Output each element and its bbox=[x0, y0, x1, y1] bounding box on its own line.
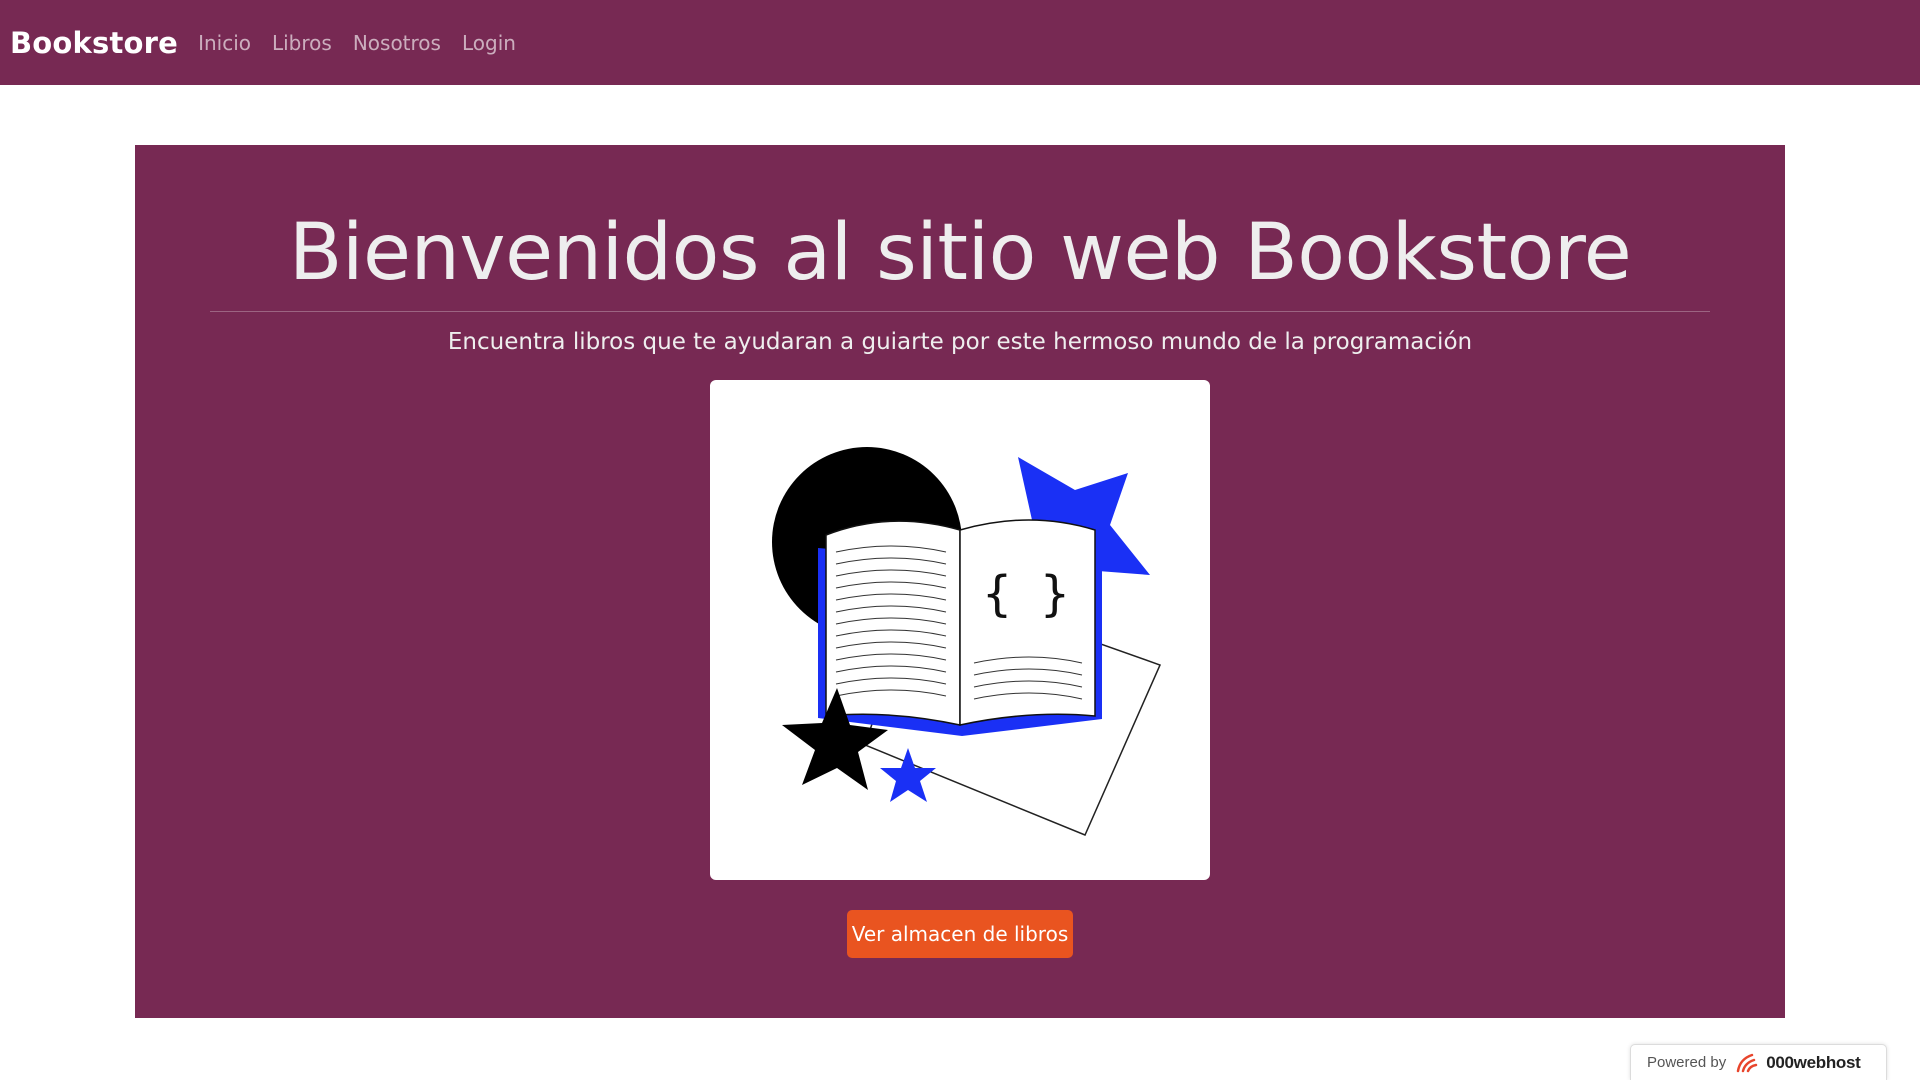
book-braces-text: { } bbox=[983, 566, 1070, 622]
brand-link[interactable]: Bookstore bbox=[10, 26, 178, 60]
view-bookstore-button[interactable]: Ver almacen de libros bbox=[847, 910, 1073, 958]
000webhost-logo-icon bbox=[1736, 1053, 1758, 1072]
powered-by-label: Powered by bbox=[1647, 1054, 1727, 1071]
navbar: Bookstore Inicio Libros Nosotros Login bbox=[0, 0, 1920, 85]
powered-by-badge[interactable]: Powered by 000webhost bbox=[1630, 1044, 1887, 1080]
hero-title: Bienvenidos al sitio web Bookstore bbox=[288, 208, 1632, 298]
nav-link-login[interactable]: Login bbox=[462, 31, 516, 55]
nav-link-libros[interactable]: Libros bbox=[272, 31, 332, 55]
hero-illustration-card: { } bbox=[710, 380, 1210, 880]
open-book-illustration: { } bbox=[772, 447, 1162, 836]
hero-subtitle: Encuentra libros que te ayudaran a guiar… bbox=[447, 329, 1473, 355]
hero-divider bbox=[210, 311, 1710, 312]
nav-link-inicio[interactable]: Inicio bbox=[198, 31, 251, 55]
book-right-page bbox=[959, 519, 1096, 726]
nav-link-nosotros[interactable]: Nosotros bbox=[353, 31, 441, 55]
host-name-label: 000webhost bbox=[1766, 1052, 1861, 1072]
hero-jumbotron: Bienvenidos al sitio web Bookstore Encue… bbox=[135, 145, 1785, 1018]
